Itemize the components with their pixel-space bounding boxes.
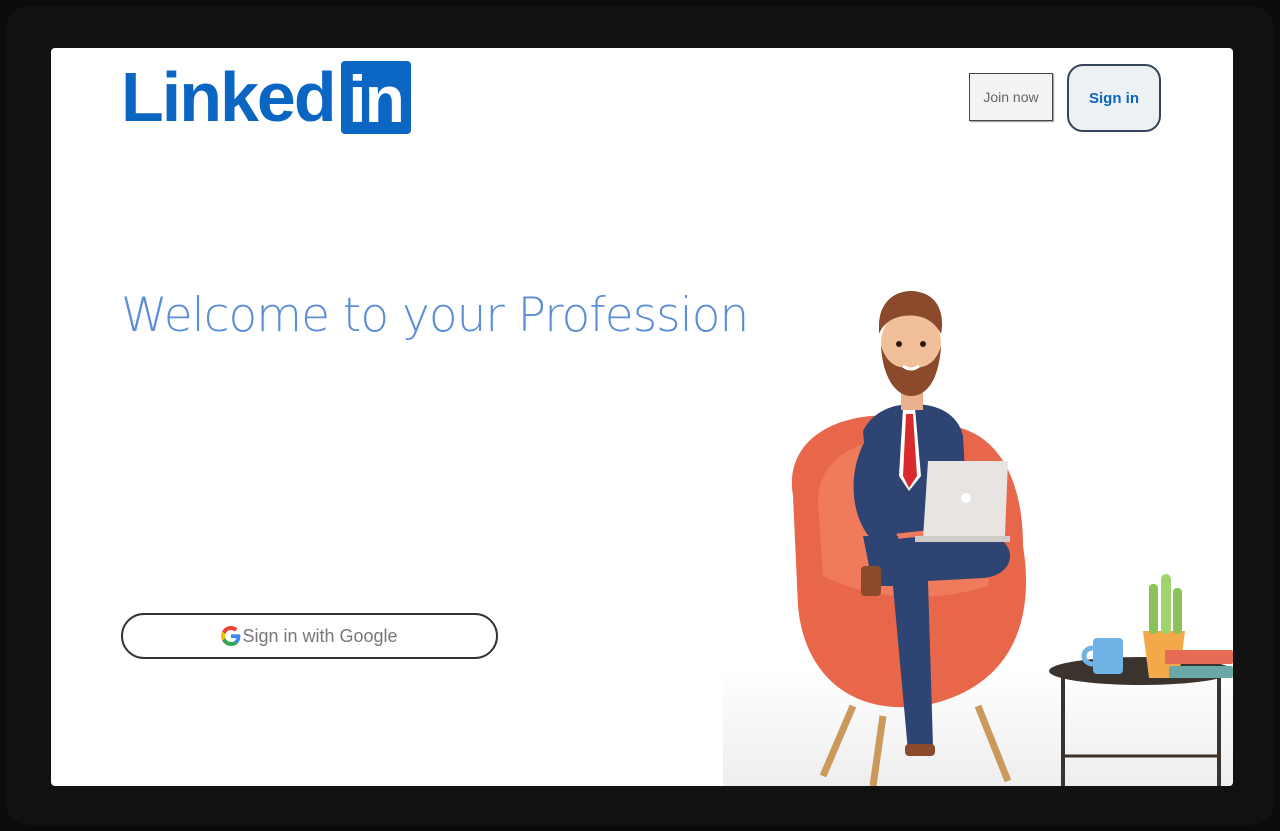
page-title: Welcome to your Profession [121,288,749,343]
linkedin-logo[interactable]: Linked in [121,60,411,134]
businessman-illustration [723,291,1233,786]
logo-badge: in [340,60,411,134]
logo-word: Linked [121,58,337,136]
sign-in-button[interactable]: Sign in [1067,64,1161,132]
join-now-button[interactable]: Join now [969,73,1053,121]
google-button-label: Sign in with Google [242,625,398,646]
google-g-icon [221,626,241,646]
app-window: Linked in Join now Sign in Welcome to yo… [51,48,1233,786]
google-sign-in-button[interactable]: Sign in with Google [121,613,498,659]
